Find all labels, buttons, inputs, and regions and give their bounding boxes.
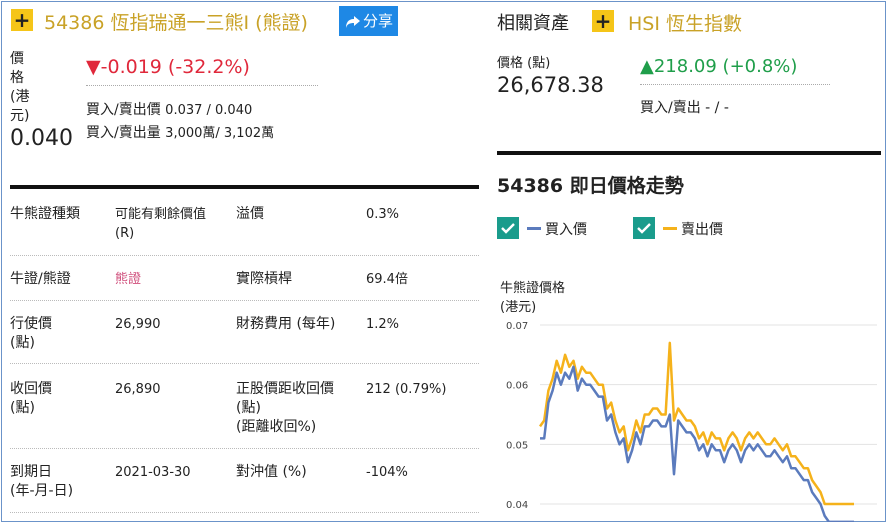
price-change: ▼-0.019 (-32.2%)	[86, 56, 250, 78]
price-label-char: 元)	[10, 108, 30, 124]
detail-v1-4: 2021-03-30	[115, 465, 191, 480]
detail-k1-1: 牛證/熊證	[10, 271, 71, 287]
detail-v1-2: 26,990	[115, 317, 161, 332]
detail-k1-0: 牛熊證種類	[10, 206, 80, 222]
detail-k1-4: 到期日 (年-月-日)	[10, 464, 74, 499]
up-arrow-icon: ▲	[640, 56, 654, 77]
price-label: 價 格 (港 元)	[10, 50, 30, 126]
y-tick-label: 0.06	[506, 381, 528, 392]
detail-v1-3: 26,890	[115, 382, 161, 397]
detail-v2-1: 69.4倍	[366, 272, 408, 287]
row-separator	[10, 448, 479, 449]
share-button[interactable]: 分享	[339, 6, 398, 36]
detail-v1-0: 可能有剩餘價值 (R)	[115, 207, 207, 241]
price-chart: 0.04 0.05 0.06 0.07	[506, 321, 877, 522]
row-separator	[10, 512, 479, 513]
add-watchlist-button[interactable]: +	[11, 9, 33, 31]
section-divider	[497, 151, 881, 155]
legend-ask-label: 賣出價	[681, 222, 723, 238]
add-asset-button[interactable]: +	[592, 10, 614, 32]
asset-change-value: 218.09 (+0.8%)	[653, 56, 798, 77]
check-icon	[637, 223, 651, 234]
bid-ask-label: 買入/賣出價	[86, 102, 161, 118]
legend-ask-swatch	[663, 227, 677, 230]
chart-title: 54386 即日價格走勢	[497, 175, 684, 197]
detail-v2-3: 212 (0.79%)	[366, 382, 447, 397]
bid-ask-vol-value: 3,000萬/ 3,102萬	[165, 126, 275, 141]
detail-k2-3: 正股價距收回價 (點) (距離收回%)	[236, 381, 334, 435]
asset-bid-ask: 買入/賣出 - / -	[640, 100, 729, 116]
detail-k2-1: 實際槓桿	[236, 271, 292, 287]
price-label-char: (港	[10, 89, 30, 105]
legend-bid-swatch	[527, 227, 541, 230]
bid-ask-vol-label: 買入/賣出量	[86, 125, 161, 141]
bid-ask-value: 0.037 / 0.040	[165, 103, 253, 118]
legend-bid-label: 買入價	[545, 222, 587, 238]
y-tick-label: 0.04	[506, 500, 528, 511]
legend-bid-checkbox[interactable]	[497, 217, 519, 239]
asset-price: 26,678.38	[497, 73, 604, 97]
row-separator	[10, 300, 479, 301]
detail-v2-4: -104%	[366, 465, 408, 480]
related-asset-label: 相關資產	[497, 13, 569, 34]
asset-change: ▲218.09 (+0.8%)	[640, 56, 797, 77]
detail-k2-2: 財務費用 (每年)	[236, 316, 336, 332]
detail-k2-0: 溢價	[236, 206, 264, 222]
plus-icon: +	[13, 8, 31, 32]
price-label-char: 格	[10, 70, 24, 86]
y-tick-label: 0.07	[506, 321, 528, 332]
warrant-price: 0.040	[10, 126, 73, 151]
row-separator	[10, 363, 479, 364]
detail-v2-2: 1.2%	[366, 317, 400, 332]
asset-price-label: 價格 (點)	[497, 56, 551, 71]
legend-ask-checkbox[interactable]	[633, 217, 655, 239]
bid-ask-price: 買入/賣出價 0.037 / 0.040	[86, 99, 252, 119]
bid-ask-volume: 買入/賣出量 3,000萬/ 3,102萬	[86, 122, 274, 142]
price-label-char: 價	[10, 51, 24, 67]
plus-icon: +	[594, 9, 612, 33]
row-separator	[10, 255, 479, 256]
down-arrow-icon: ▼	[86, 56, 101, 78]
section-divider	[10, 185, 479, 189]
share-icon	[346, 16, 360, 28]
detail-k1-3: 收回價 (點)	[10, 381, 52, 416]
chart-ylabel-line: 牛熊證價格	[500, 281, 566, 296]
detail-v1-1: 熊證	[115, 272, 142, 287]
price-change-value: -0.019 (-32.2%)	[100, 56, 250, 78]
y-tick-label: 0.05	[506, 440, 528, 451]
check-icon	[501, 223, 515, 234]
detail-k1-2: 行使價 (點)	[10, 316, 52, 351]
asset-name: HSI 恆生指數	[628, 13, 742, 35]
detail-v2-0: 0.3%	[366, 207, 400, 222]
detail-k2-4: 對沖值 (%)	[236, 464, 307, 480]
warrant-title: 54386 恆指瑞通一三熊I (熊證)	[44, 12, 308, 34]
share-label: 分享	[363, 12, 394, 30]
